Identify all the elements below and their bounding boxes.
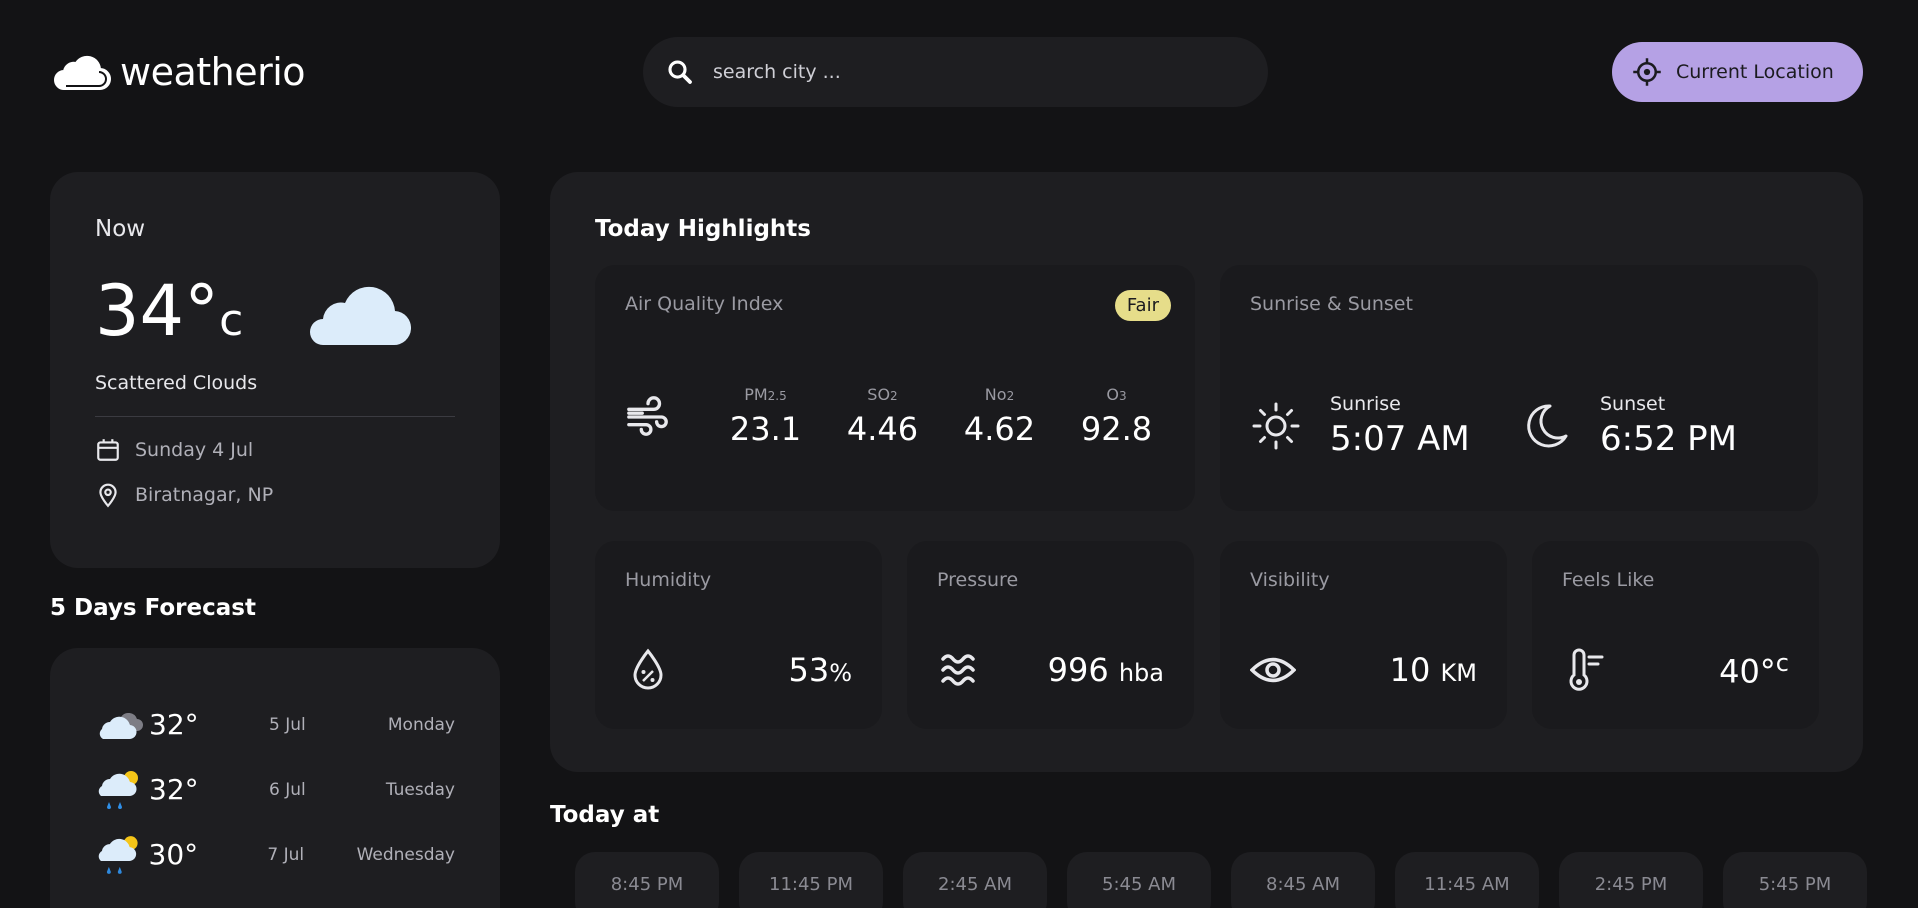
forecast-title: 5 Days Forecast [50,595,256,621]
sunrise-sunset-card: Sunrise & Sunset Sunrise 5:07 AM Sunset … [1220,265,1818,511]
sunrise-label: Sunrise [1330,393,1401,415]
pressure-value: 996 hba [1047,651,1164,689]
sunrise-item: Sunrise 5:07 AM [1250,393,1520,459]
app-name: weatherio [120,50,306,94]
forecast-row: 32° 6 Jul Tuesday [95,757,455,822]
hour-card[interactable]: 5:45 AM [1067,852,1211,908]
humidity-label: Humidity [625,569,712,591]
forecast-temp: 32° [149,708,199,741]
logo[interactable]: weatherio [50,50,306,94]
cloud-icon [310,286,412,346]
search-icon [668,60,692,84]
forecast-day: Wednesday [356,844,455,865]
location-row: Biratnagar, NP [95,482,455,508]
hour-card[interactable]: 11:45 PM [739,852,883,908]
sunset-label: Sunset [1600,393,1666,415]
sun-icon [1252,402,1300,450]
forecast-date: 7 Jul [267,844,305,865]
date-row: Sunday 4 Jul [95,437,455,463]
aqi-o3: O3 92.8 [1080,385,1153,448]
hour-card[interactable]: 8:45 AM [1231,852,1375,908]
divider [95,416,455,417]
feels-like-card: Feels Like 40°c [1532,541,1819,729]
aqi-pm25: PM2.5 23.1 [729,385,802,448]
humidity-card: Humidity 53% [595,541,882,729]
current-date: Sunday 4 Jul [135,439,254,461]
now-label: Now [95,216,146,242]
thermometer-icon [1569,648,1604,691]
forecast-temp: 30° [148,838,199,871]
hour-card[interactable]: 8:45 PM [575,852,719,908]
forecast-date: 5 Jul [269,714,306,735]
crosshair-icon [1633,58,1661,86]
wind-icon [627,395,668,436]
forecast-day: Monday [387,714,455,735]
highlights-title: Today Highlights [595,216,811,242]
forecast-row: 32° 5 Jul Monday [95,692,455,757]
sunset-item: Sunset 6:52 PM [1520,393,1790,459]
visibility-card: Visibility 10 KM [1220,541,1507,729]
cloud-logo-icon [54,55,111,90]
forecast-card: 32° 5 Jul Monday 32° 6 Jul Tuesday 30° 7… [50,648,500,908]
visibility-value: 10 KM [1389,651,1477,689]
feels-like-value: 40°c [1719,649,1789,691]
air-quality-card: Air Quality Index Fair PM2.5 23.1 SO2 4.… [595,265,1195,511]
sunrise-time: 5:07 AM [1330,419,1470,459]
current-temperature: 34°c [95,270,244,352]
waves-icon [941,654,975,686]
aqi-badge: Fair [1114,290,1171,321]
current-location-label: Current Location [1676,61,1834,83]
forecast-date: 6 Jul [269,779,306,800]
calendar-icon [97,439,119,461]
hour-card[interactable]: 5:45 PM [1723,852,1867,908]
humidity-value: 53% [788,651,852,689]
visibility-label: Visibility [1250,569,1330,591]
feels-like-label: Feels Like [1562,569,1655,591]
weather-description: Scattered Clouds [95,372,258,394]
cloudy-icon [99,712,143,739]
header: weatherio Current Location [0,0,1918,140]
hour-card[interactable]: 2:45 AM [903,852,1047,908]
moon-icon [1527,404,1568,448]
today-title: Today at [550,802,660,828]
eye-icon [1250,657,1296,683]
sun-label: Sunrise & Sunset [1250,293,1413,315]
aqi-so2: SO2 4.46 [846,385,919,448]
aqi-no2: No2 4.62 [963,385,1036,448]
rain-sun-icon [98,770,138,809]
fade-overlay [50,868,500,908]
hour-card[interactable]: 2:45 PM [1559,852,1703,908]
search-bar[interactable] [643,37,1268,107]
forecast-temp: 32° [149,773,199,806]
forecast-day: Tuesday [385,779,455,800]
highlights-card: Today Highlights Air Quality Index Fair … [550,172,1863,772]
search-input[interactable] [713,61,1233,83]
pressure-card: Pressure 996 hba [907,541,1194,729]
current-location: Biratnagar, NP [135,484,274,506]
location-pin-icon [99,483,117,508]
sunset-time: 6:52 PM [1600,419,1737,459]
current-location-button[interactable]: Current Location [1612,42,1863,102]
humidity-icon [633,648,663,690]
hour-card[interactable]: 11:45 AM [1395,852,1539,908]
aqi-label: Air Quality Index [625,293,784,315]
current-weather-card: Now 34°c Scattered Clouds Sunday 4 Jul B… [50,172,500,568]
pressure-label: Pressure [937,569,1019,591]
